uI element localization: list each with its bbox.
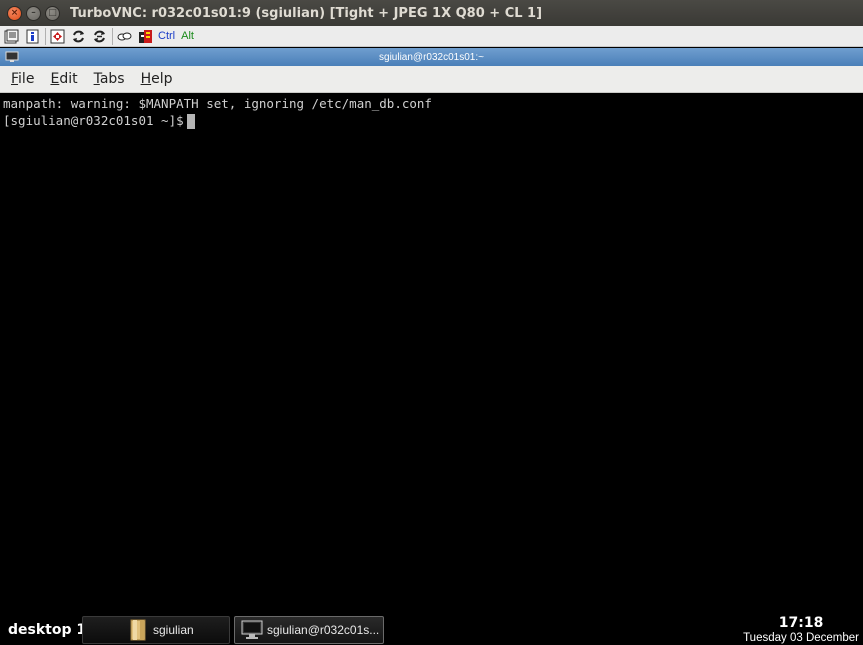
menu-label: dit bbox=[59, 71, 78, 87]
menu-label: abs bbox=[99, 71, 125, 87]
terminal-title: sgiulian@r032c01s01:~ bbox=[379, 51, 484, 63]
folder-icon bbox=[130, 619, 146, 641]
terminal-title-bar[interactable]: sgiulian@r032c01s01:~ bbox=[0, 48, 863, 66]
terminal-line: manpath: warning: $MANPATH set, ignoring… bbox=[3, 96, 432, 111]
menu-edit[interactable]: Edit bbox=[42, 71, 85, 87]
options-icon[interactable] bbox=[3, 28, 20, 45]
menu-file[interactable]: File bbox=[3, 71, 42, 87]
info-icon[interactable] bbox=[24, 28, 41, 45]
maximize-button[interactable]: □ bbox=[45, 5, 60, 21]
vnc-toolbar: Ctrl Alt bbox=[0, 26, 863, 47]
viewer-title: TurboVNC: r032c01s01:9 (sgiulian) [Tight… bbox=[70, 5, 543, 21]
viewer-title-bar[interactable]: × – □ TurboVNC: r032c01s01:9 (sgiulian) … bbox=[0, 0, 863, 26]
terminal-output[interactable]: manpath: warning: $MANPATH set, ignoring… bbox=[0, 93, 863, 615]
menu-mnemonic: F bbox=[11, 71, 19, 87]
clock-date: Tuesday 03 December bbox=[743, 632, 859, 644]
fullscreen-icon[interactable] bbox=[49, 28, 66, 45]
ctrl-key-button[interactable]: Ctrl bbox=[158, 30, 175, 42]
desktop-switcher[interactable]: desktop 1 bbox=[8, 622, 86, 638]
task-label: sgiulian@r032c01s... bbox=[267, 623, 380, 637]
task-terminal[interactable]: sgiulian@r032c01s... bbox=[234, 616, 384, 644]
menu-label: ile bbox=[18, 71, 35, 87]
shell-prompt: [sgiulian@r032c01s01 ~]$ bbox=[3, 113, 184, 128]
terminal-menubar: File Edit Tabs Help bbox=[0, 66, 863, 93]
ctrl-alt-del-icon[interactable] bbox=[137, 28, 154, 45]
clock-time: 17:18 bbox=[778, 615, 824, 631]
terminal-icon bbox=[241, 620, 263, 639]
toolbar-separator bbox=[45, 27, 46, 45]
menu-tabs[interactable]: Tabs bbox=[86, 71, 133, 87]
menu-mnemonic: E bbox=[50, 71, 60, 87]
alt-key-button[interactable]: Alt bbox=[181, 30, 194, 42]
clock[interactable]: 17:18 Tuesday 03 December bbox=[743, 616, 859, 645]
text-cursor bbox=[186, 114, 195, 129]
window-controls: × – □ bbox=[7, 5, 60, 21]
task-file-manager[interactable]: sgiulian bbox=[82, 616, 230, 644]
menu-help[interactable]: Help bbox=[133, 71, 181, 87]
close-button[interactable]: × bbox=[7, 5, 22, 21]
terminal-prompt-line: [sgiulian@r032c01s01 ~]$ bbox=[3, 112, 860, 129]
menu-mnemonic: H bbox=[140, 71, 152, 87]
task-label: sgiulian bbox=[153, 623, 194, 637]
minimize-button[interactable]: – bbox=[26, 5, 41, 21]
clipboard-icon[interactable] bbox=[116, 28, 133, 45]
toolbar-separator bbox=[112, 27, 113, 45]
refresh-icon[interactable] bbox=[70, 28, 87, 45]
taskbar: desktop 1 sgiulian sgiulian@r032c01s... … bbox=[0, 615, 863, 645]
lossless-refresh-icon[interactable] bbox=[91, 28, 108, 45]
menu-label: elp bbox=[151, 71, 173, 87]
